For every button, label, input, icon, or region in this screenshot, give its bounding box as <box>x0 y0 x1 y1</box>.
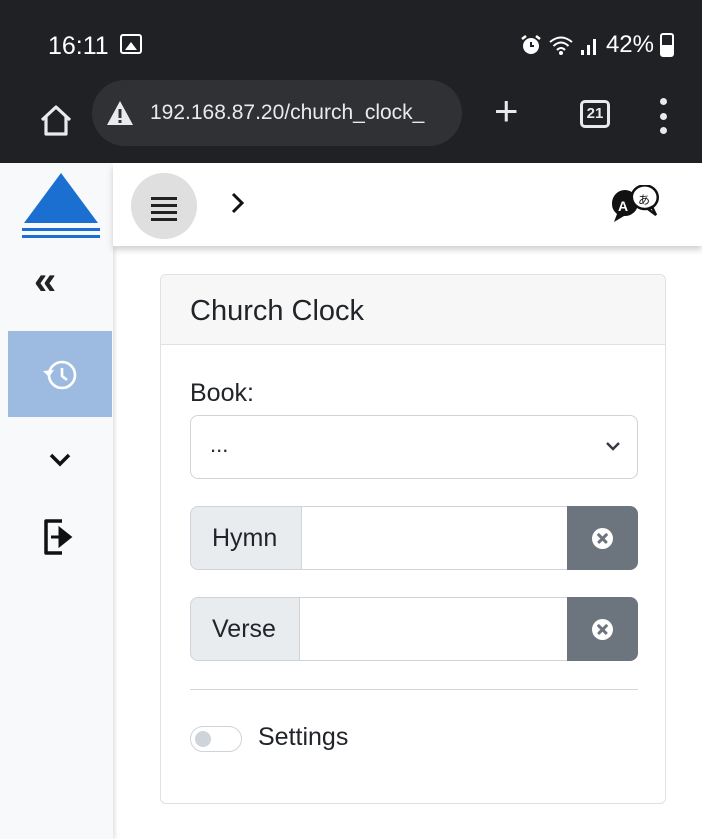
browser-chrome: 16:11 42% 192.168.87.20/church_clock_ + … <box>0 0 702 163</box>
chevron-right-icon[interactable] <box>230 191 246 215</box>
hymn-input[interactable] <box>302 506 568 570</box>
church-clock-card: Church Clock Book: ... Hymn Verse Settin… <box>160 274 666 804</box>
home-icon[interactable] <box>38 102 74 138</box>
battery-icon <box>660 33 674 57</box>
alarm-icon <box>521 35 541 54</box>
chevron-down-icon <box>606 442 620 451</box>
clear-icon <box>592 528 613 549</box>
svg-text:A: A <box>618 198 628 214</box>
toggle-knob <box>195 731 211 747</box>
verse-input[interactable] <box>300 597 568 661</box>
address-bar[interactable]: 192.168.87.20/church_clock_ <box>92 80 462 146</box>
hymn-clear-button[interactable] <box>567 506 638 570</box>
exit-icon[interactable] <box>40 515 76 559</box>
book-label: Book: <box>190 379 254 407</box>
verse-label: Verse <box>190 597 300 661</box>
verse-clear-button[interactable] <box>567 597 638 661</box>
page-title: Church Clock <box>190 295 365 327</box>
chevron-down-icon[interactable] <box>48 451 72 469</box>
warning-icon[interactable] <box>106 100 134 126</box>
book-select-value: ... <box>210 432 229 457</box>
verse-input-group: Verse <box>190 597 638 661</box>
double-chevron-left-icon[interactable]: « <box>34 261 56 301</box>
card-header: Church Clock <box>161 275 665 345</box>
image-icon <box>120 34 142 54</box>
translate-icon[interactable]: A あ <box>608 185 664 225</box>
kebab-menu-icon[interactable] <box>658 98 668 134</box>
clear-icon <box>592 619 613 640</box>
history-icon <box>43 360 77 390</box>
top-app-bar: A あ <box>113 163 702 246</box>
sidebar: « <box>0 163 113 839</box>
hymn-input-group: Hymn <box>190 506 638 570</box>
status-icons: 42% <box>520 30 674 60</box>
tab-switcher-button[interactable]: 21 <box>580 100 610 128</box>
status-time: 16:11 <box>48 32 109 60</box>
settings-label[interactable]: Settings <box>258 723 348 752</box>
hamburger-icon[interactable] <box>131 173 197 239</box>
signal-icon <box>580 39 596 55</box>
hymn-label: Hymn <box>190 506 302 570</box>
sidebar-item-history[interactable] <box>8 331 112 417</box>
svg-text:あ: あ <box>638 193 650 207</box>
wifi-icon <box>549 36 573 55</box>
url-text[interactable]: 192.168.87.20/church_clock_ <box>150 101 450 125</box>
book-select[interactable]: ... <box>190 415 638 479</box>
battery-percent: 42% <box>605 31 654 58</box>
divider <box>190 689 638 690</box>
logo-triangle-icon[interactable] <box>20 171 102 243</box>
settings-toggle[interactable] <box>190 726 242 752</box>
status-bar: 16:11 42% <box>0 0 702 80</box>
browser-toolbar: 192.168.87.20/church_clock_ + 21 <box>0 80 702 163</box>
new-tab-button[interactable]: + <box>494 90 519 132</box>
